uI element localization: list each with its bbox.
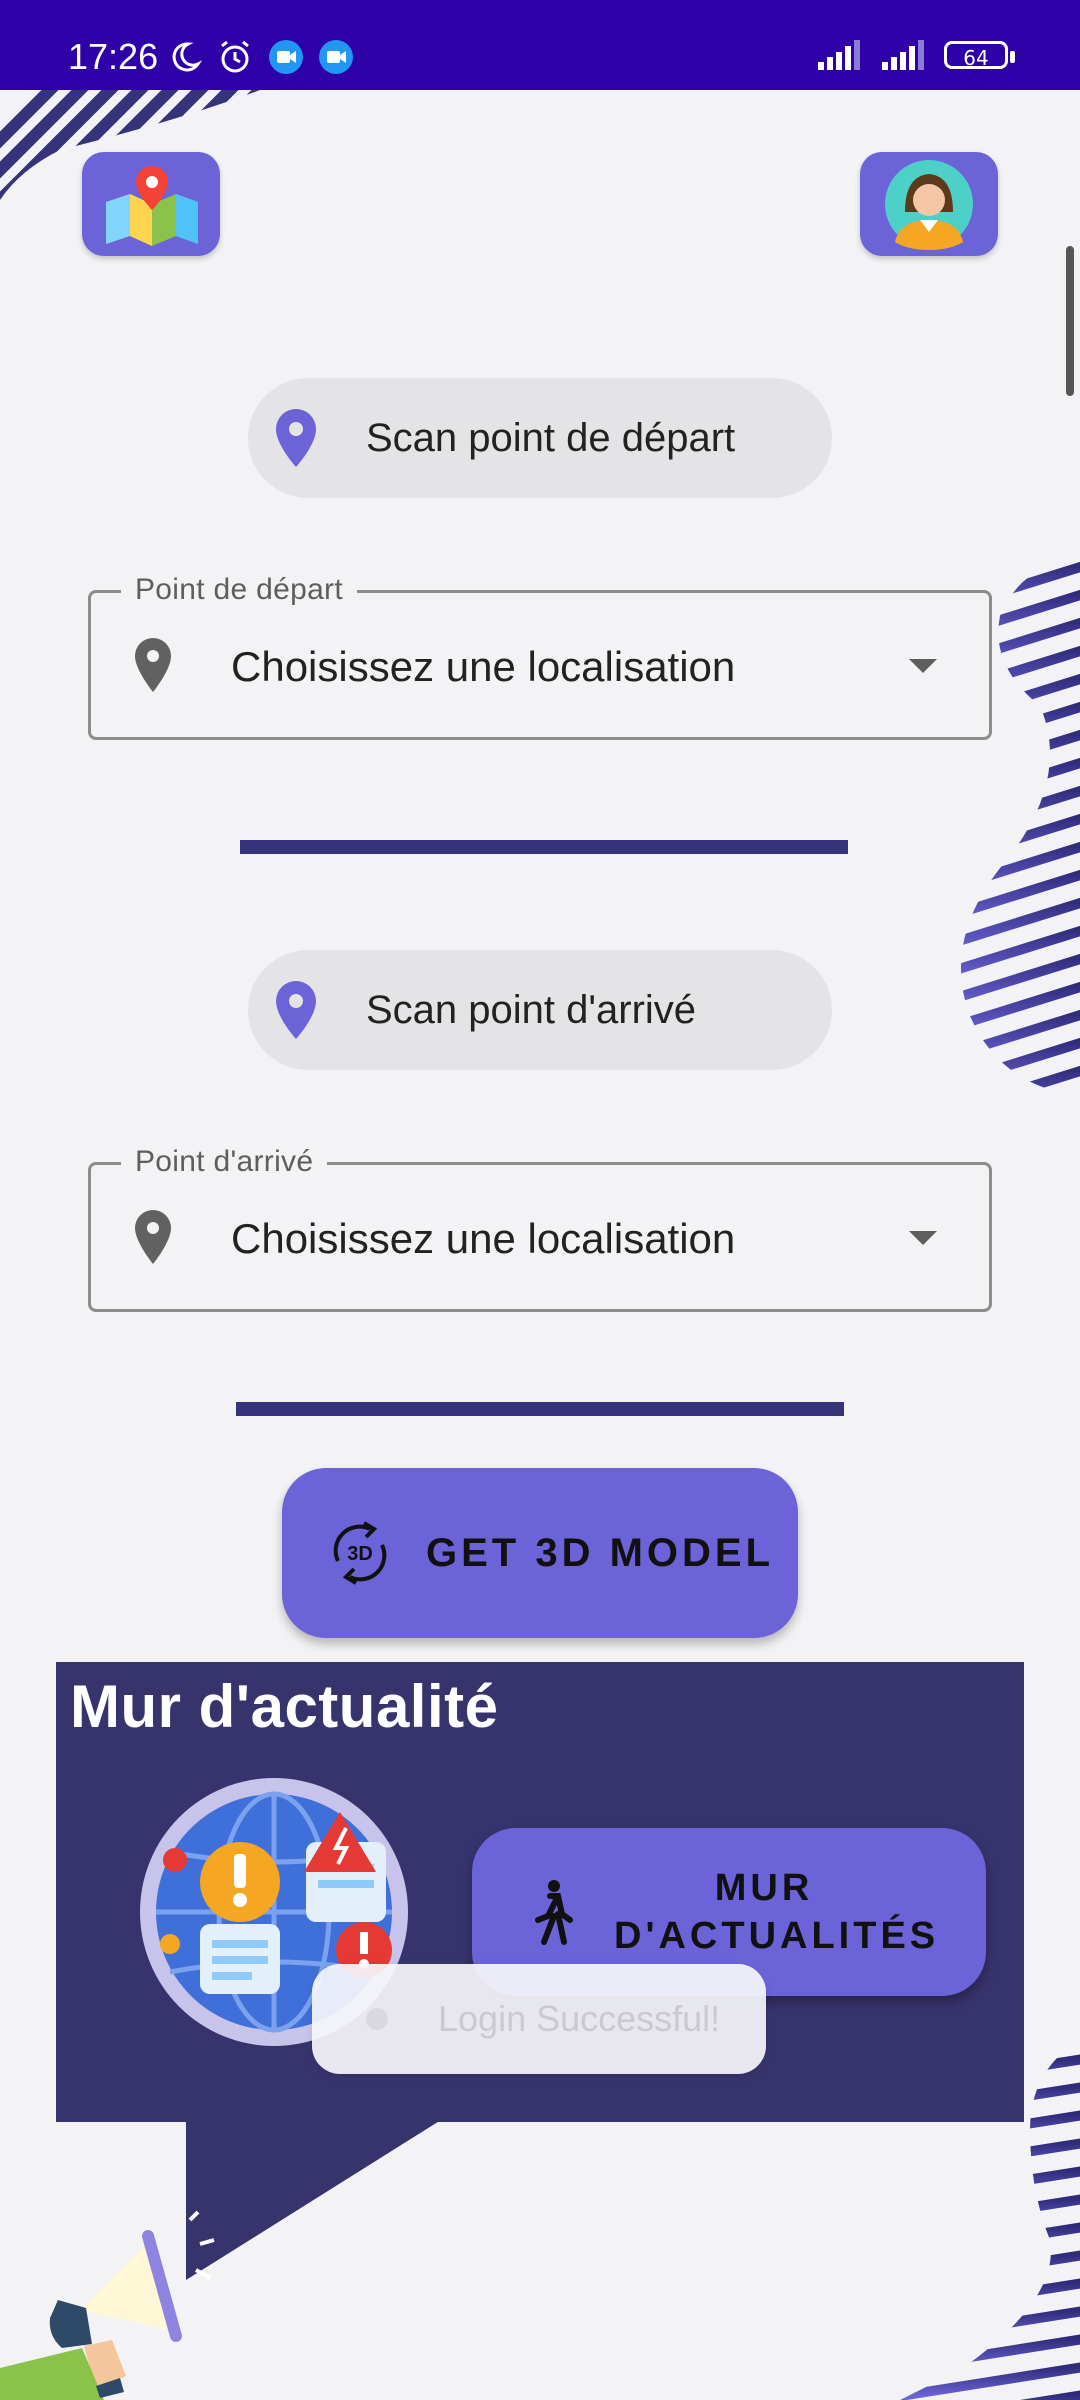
video-call-icon (269, 40, 303, 74)
map-pin-icon (106, 166, 198, 246)
svg-text:3D: 3D (347, 1543, 373, 1565)
news-wall-title: Mur d'actualité (70, 1673, 499, 1740)
scrollbar[interactable] (1066, 246, 1074, 396)
signal-icon (818, 40, 860, 70)
map-button[interactable] (82, 152, 220, 256)
video-call-icon-2 (319, 40, 353, 74)
arrival-field-value: Choisissez une localisation (231, 1215, 736, 1262)
divider (236, 1402, 844, 1416)
battery-indicator: 64 (944, 41, 1015, 70)
login-toast: Login Successful! (312, 1964, 766, 2074)
alarm-icon (221, 40, 249, 73)
profile-button[interactable] (860, 152, 998, 256)
megaphone-icon (0, 2210, 215, 2400)
departure-field-label: Point de départ (121, 573, 357, 607)
scan-departure-label: Scan point de départ (366, 415, 736, 460)
signal-icon-2 (882, 40, 924, 70)
location-pin-icon (135, 638, 171, 692)
get-3d-model-button[interactable]: 3D GET 3D MODEL (282, 1468, 798, 1638)
news-panel-tail (186, 2120, 441, 2280)
location-pin-icon (276, 409, 316, 467)
scan-arrival-label: Scan point d'arrivé (366, 987, 697, 1032)
app-icon (366, 2008, 388, 2030)
divider (240, 840, 848, 854)
toast-message: Login Successful! (438, 1998, 721, 2039)
location-pin-icon (135, 1210, 171, 1264)
chevron-down-icon (909, 659, 937, 673)
user-avatar-icon (885, 160, 973, 250)
status-bar: 17:26 64 (0, 0, 1080, 90)
news-wall-button-label: MUR D'ACTUALITÉS (614, 1867, 940, 1957)
get-3d-model-label: GET 3D MODEL (426, 1530, 775, 1575)
scan-arrival-button[interactable]: Scan point d'arrivé (248, 950, 832, 1070)
walking-person-icon (535, 1880, 573, 1945)
moon-icon (172, 42, 202, 72)
3d-rotate-icon: 3D (333, 1521, 387, 1585)
arrival-select[interactable]: Point d'arrivé Choisissez une localisati… (88, 1145, 992, 1312)
arrival-field-label: Point d'arrivé (121, 1145, 328, 1179)
location-pin-icon (276, 981, 316, 1039)
departure-field-value: Choisissez une localisation (231, 643, 736, 690)
departure-select[interactable]: Point de départ Choisissez une localisat… (88, 573, 992, 740)
chevron-down-icon (909, 1231, 937, 1245)
status-time: 17:26 (68, 36, 159, 77)
scan-departure-button[interactable]: Scan point de départ (248, 378, 832, 498)
